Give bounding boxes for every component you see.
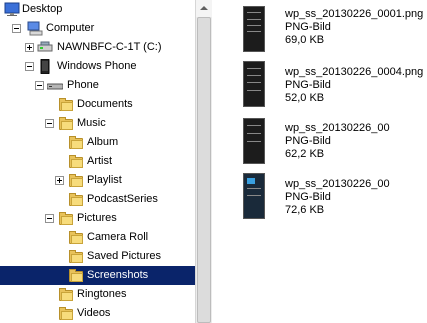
folder-icon (58, 211, 74, 226)
folder-icon (68, 268, 84, 283)
desktop-icon (4, 2, 20, 17)
tree-item-album[interactable]: Album (0, 133, 195, 152)
image-thumbnail (243, 118, 265, 164)
tree-item-label: Playlist (87, 174, 122, 186)
folder-icon (58, 97, 74, 112)
file-item[interactable]: wp_ss_20130226_0001.png PNG-Bild 69,0 KB (212, 6, 427, 62)
folder-icon (68, 249, 84, 264)
file-name: wp_ss_20130226_0001.png (285, 8, 424, 20)
tree-item-screenshots[interactable]: Screenshots (0, 266, 195, 285)
tree-item-label: Camera Roll (87, 231, 149, 243)
expand-toggle[interactable] (25, 43, 34, 52)
folder-icon (58, 287, 74, 302)
tree-item-label: Computer (46, 22, 95, 34)
image-thumbnail (243, 6, 265, 52)
file-type: PNG-Bild (285, 191, 331, 203)
drive-icon (37, 40, 53, 55)
tree-item-playlist[interactable]: Playlist (0, 171, 195, 190)
tree-scrollbar[interactable] (195, 0, 212, 323)
collapse-toggle[interactable] (12, 24, 21, 33)
collapse-toggle[interactable] (45, 214, 54, 223)
file-name: wp_ss_20130226_0004.png (285, 66, 424, 78)
folder-icon (68, 154, 84, 169)
file-type: PNG-Bild (285, 135, 331, 147)
tree-item-label: Windows Phone (57, 60, 137, 72)
folder-icon (68, 173, 84, 188)
tree-item-artist[interactable]: Artist (0, 152, 195, 171)
file-size: 69,0 KB (285, 34, 325, 46)
tree-item-music[interactable]: Music (0, 114, 195, 133)
tree-item-pictures[interactable]: Pictures (0, 209, 195, 228)
tree-item-saved-pictures[interactable]: Saved Pictures (0, 247, 195, 266)
tree-item-windows-phone[interactable]: Windows Phone (0, 57, 195, 76)
folder-icon (58, 306, 74, 321)
tree-item-videos[interactable]: Videos (0, 304, 195, 323)
tree-item-computer[interactable]: Computer (0, 19, 195, 38)
file-name: wp_ss_20130226_00 (285, 178, 390, 190)
tree-item-label: Artist (87, 155, 113, 167)
tree-item-documents[interactable]: Documents (0, 95, 195, 114)
file-size: 72,6 KB (285, 204, 325, 216)
expand-toggle[interactable] (55, 176, 64, 185)
tree-item-label: Screenshots (87, 269, 149, 281)
folder-tree[interactable]: Desktop Computer NAWNBFC-C-1T (C:) Windo… (0, 0, 195, 323)
file-size: 62,2 KB (285, 148, 325, 160)
file-item[interactable]: wp_ss_20130226_00 PNG-Bild 72,6 KB (212, 173, 427, 229)
tree-item-label: Phone (67, 79, 99, 91)
tree-item-camera-roll[interactable]: Camera Roll (0, 228, 195, 247)
file-name: wp_ss_20130226_00 (285, 122, 390, 134)
tree-item-ringtones[interactable]: Ringtones (0, 285, 195, 304)
file-type: PNG-Bild (285, 79, 331, 91)
file-type: PNG-Bild (285, 21, 331, 33)
tree-item-label: Pictures (77, 212, 117, 224)
tree-item-label: Ringtones (77, 288, 127, 300)
tree-item-label: Album (87, 136, 119, 148)
collapse-toggle[interactable] (45, 119, 54, 128)
tree-item-drive-c[interactable]: NAWNBFC-C-1T (C:) (0, 38, 195, 57)
folder-icon (58, 116, 74, 131)
tree-item-label: Videos (77, 307, 111, 319)
computer-icon (27, 21, 43, 36)
file-list[interactable]: wp_ss_20130226_0001.png PNG-Bild 69,0 KB… (212, 0, 427, 323)
image-thumbnail (243, 173, 265, 219)
tree-item-label: Saved Pictures (87, 250, 161, 262)
image-thumbnail (243, 61, 265, 107)
file-item[interactable]: wp_ss_20130226_00 PNG-Bild 62,2 KB (212, 118, 427, 174)
file-size: 52,0 KB (285, 92, 325, 104)
phone-icon (37, 58, 53, 75)
tree-item-label: NAWNBFC-C-1T (C:) (57, 41, 162, 53)
tree-item-phone[interactable]: Phone (0, 76, 195, 95)
phone-storage-icon (46, 78, 64, 93)
scroll-up-button[interactable] (196, 0, 212, 17)
collapse-toggle[interactable] (25, 62, 34, 71)
collapse-toggle[interactable] (35, 81, 44, 90)
folder-icon (68, 192, 84, 207)
tree-item-label: Music (77, 117, 106, 129)
tree-item-desktop[interactable]: Desktop (0, 0, 195, 19)
tree-item-label: Desktop (22, 3, 63, 15)
tree-item-label: Documents (77, 98, 133, 110)
folder-icon (68, 230, 84, 245)
file-item[interactable]: wp_ss_20130226_0004.png PNG-Bild 52,0 KB (212, 61, 427, 117)
tree-item-podcastseries[interactable]: PodcastSeries (0, 190, 195, 209)
tree-item-label: PodcastSeries (87, 193, 158, 205)
folder-icon (68, 135, 84, 150)
scrollbar-thumb[interactable] (197, 17, 211, 323)
